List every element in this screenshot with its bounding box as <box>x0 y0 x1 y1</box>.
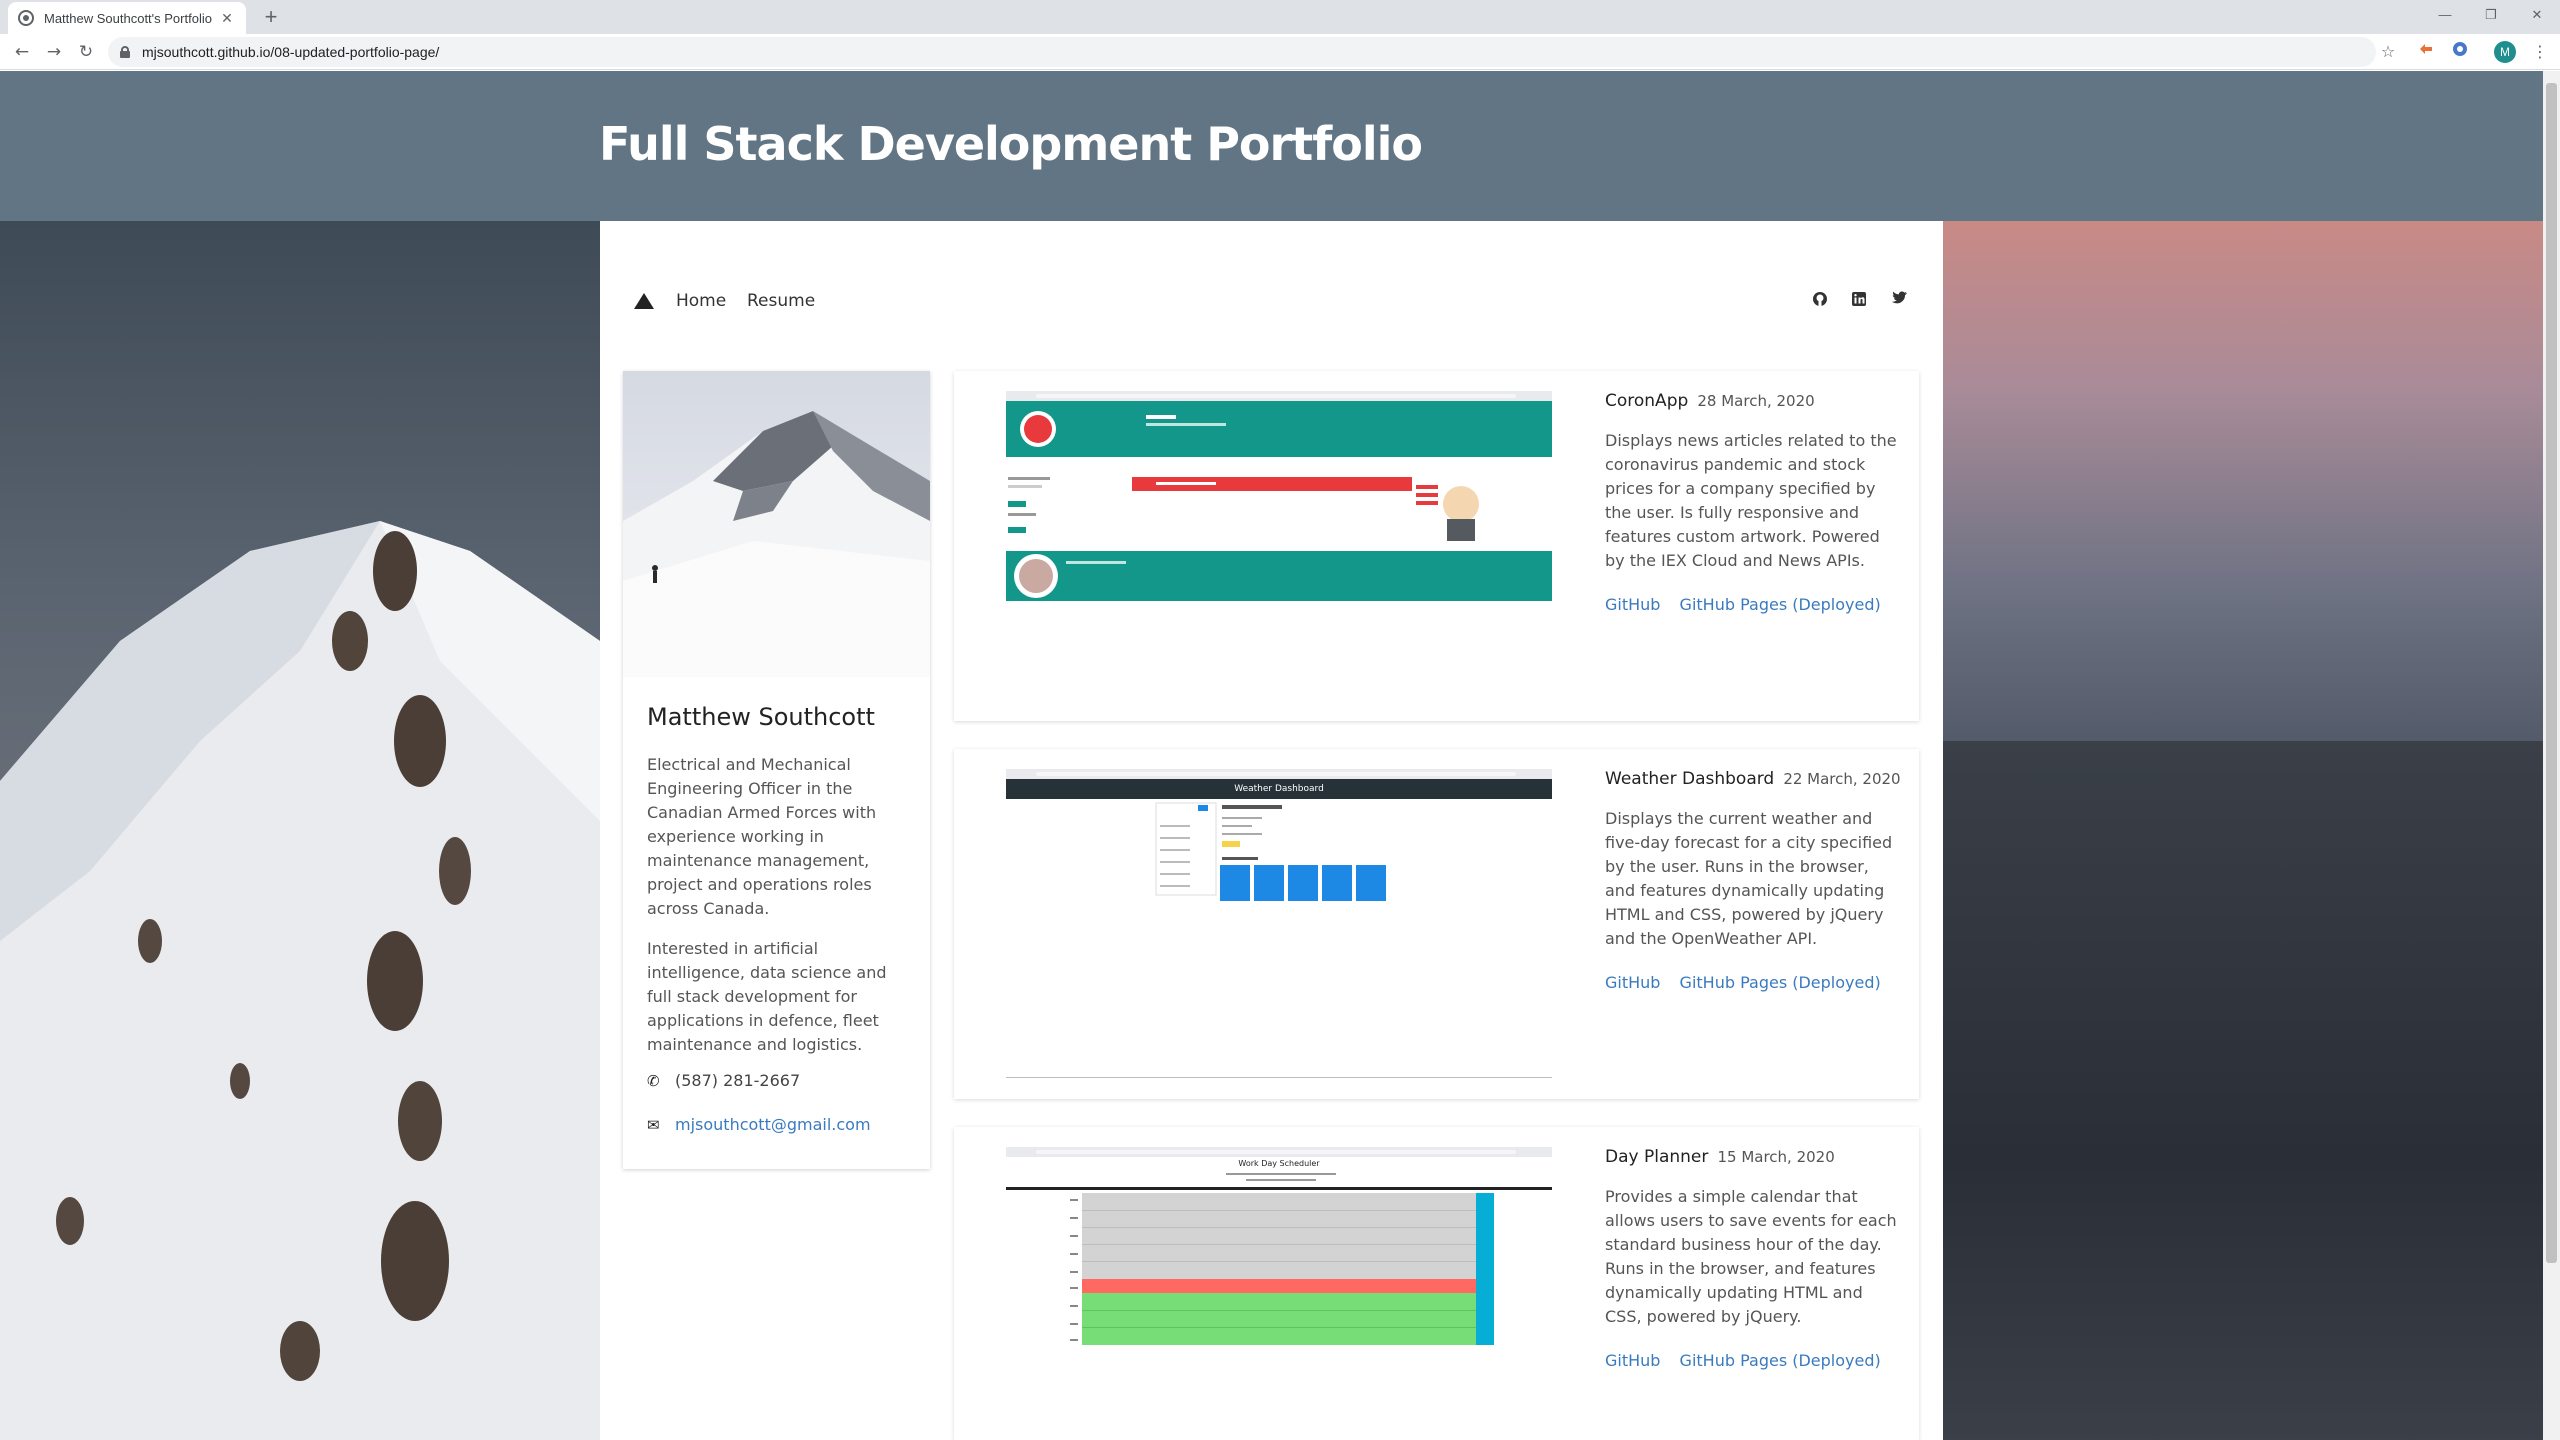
globe-icon <box>18 10 34 26</box>
close-window-button[interactable]: ✕ <box>2514 0 2560 30</box>
site-title: Full Stack Development Portfolio <box>599 117 1423 171</box>
project-card: CoronApp 28 March, 2020 Displays news ar… <box>954 371 1919 721</box>
github-link[interactable]: GitHub <box>1605 973 1660 992</box>
project-description: Displays the current weather and five-da… <box>1605 809 1893 948</box>
profile-bio: Electrical and Mechanical Engineering Of… <box>647 755 877 918</box>
browser-tab[interactable]: Matthew Southcott's Portfolio ✕ <box>8 2 246 34</box>
phone-number: (587) 281-2667 <box>675 1071 801 1090</box>
project-description: Displays news articles related to the co… <box>1605 431 1897 570</box>
mountain-logo-icon[interactable] <box>634 293 654 309</box>
nav-link-home[interactable]: Home <box>676 291 726 311</box>
profile-avatar[interactable]: M <box>2494 41 2516 63</box>
screenshot-header: Weather Dashboard <box>1006 779 1552 799</box>
project-description: Provides a simple calendar that allows u… <box>1605 1187 1897 1326</box>
page-scrollbar-thumb[interactable] <box>2546 83 2557 1263</box>
phone-icon: ✆ <box>647 1071 660 1090</box>
extension-icon[interactable] <box>2448 40 2472 64</box>
project-links: GitHub GitHub Pages (Deployed) <box>1605 595 1895 614</box>
address-bar[interactable]: mjsouthcott.github.io/08-updated-portfol… <box>108 37 2376 67</box>
project-name: CoronApp <box>1605 391 1689 411</box>
profile-card: Matthew Southcott Electrical and Mechani… <box>623 371 930 1169</box>
snowy-peak-illustration <box>0 521 600 1440</box>
content-container: Home Resume Matthew Southcott Electrical… <box>600 221 1943 1440</box>
envelope-icon: ✉ <box>647 1115 660 1134</box>
github-icon[interactable] <box>1810 291 1830 311</box>
project-date: 22 March, 2020 <box>1783 770 1901 788</box>
lock-icon <box>120 46 130 58</box>
project-name: Weather Dashboard <box>1605 769 1775 789</box>
github-link[interactable]: GitHub <box>1605 1351 1660 1370</box>
browser-toolbar: ← → ↻ mjsouthcott.github.io/08-updated-p… <box>0 34 2560 70</box>
new-tab-button[interactable]: + <box>258 4 284 30</box>
profile-phone: ✆ (587) 281-2667 <box>647 1071 800 1090</box>
project-links: GitHub GitHub Pages (Deployed) <box>1605 1351 1895 1370</box>
project-links: GitHub GitHub Pages (Deployed) <box>1605 973 1895 992</box>
site-header: Full Stack Development Portfolio <box>0 71 2560 221</box>
project-card: Weather Dashboard Weather Dashboard 22 M… <box>954 749 1919 1099</box>
project-heading: Weather Dashboard 22 March, 2020 <box>1605 769 1901 789</box>
reload-button[interactable]: ↻ <box>72 38 100 66</box>
browser-tab-strip: Matthew Southcott's Portfolio ✕ + — ❐ ✕ <box>0 0 2560 34</box>
profile-email: ✉ mjsouthcott@gmail.com <box>647 1115 871 1134</box>
github-pages-link[interactable]: GitHub Pages (Deployed) <box>1680 1351 1881 1370</box>
tab-title: Matthew Southcott's Portfolio <box>44 10 212 26</box>
project-heading: Day Planner 15 March, 2020 <box>1605 1147 1835 1167</box>
tab-close-icon[interactable]: ✕ <box>218 10 236 27</box>
project-card: Work Day Scheduler Day Planner 15 March,… <box>954 1127 1919 1440</box>
url-text: mjsouthcott.github.io/08-updated-portfol… <box>142 44 440 60</box>
project-date: 15 March, 2020 <box>1717 1148 1835 1166</box>
project-screenshot[interactable]: Work Day Scheduler <box>1006 1147 1552 1367</box>
github-pages-link[interactable]: GitHub Pages (Deployed) <box>1680 595 1881 614</box>
bookmark-star-icon[interactable]: ☆ <box>2376 40 2400 64</box>
email-link[interactable]: mjsouthcott@gmail.com <box>675 1115 871 1134</box>
project-screenshot[interactable] <box>1006 391 1552 601</box>
browser-menu-icon[interactable]: ⋮ <box>2528 40 2552 64</box>
github-link[interactable]: GitHub <box>1605 595 1660 614</box>
profile-photo <box>623 371 930 677</box>
nav-link-resume[interactable]: Resume <box>747 291 815 311</box>
back-button[interactable]: ← <box>8 38 36 66</box>
extension-icon[interactable] <box>2414 40 2438 64</box>
linkedin-icon[interactable] <box>1849 291 1869 311</box>
profile-name: Matthew Southcott <box>647 703 875 731</box>
twitter-icon[interactable] <box>1889 291 1909 311</box>
profile-interests: Interested in artificial intelligence, d… <box>647 939 887 1054</box>
project-screenshot[interactable]: Weather Dashboard <box>1006 769 1552 1079</box>
project-name: Day Planner <box>1605 1147 1709 1167</box>
github-pages-link[interactable]: GitHub Pages (Deployed) <box>1680 973 1881 992</box>
restore-window-button[interactable]: ❐ <box>2468 0 2514 30</box>
page-viewport: Full Stack Development Portfolio Home Re… <box>0 71 2560 1440</box>
screenshot-header: Work Day Scheduler <box>1238 1159 1320 1168</box>
project-date: 28 March, 2020 <box>1697 392 1815 410</box>
forward-button[interactable]: → <box>40 38 68 66</box>
minimize-window-button[interactable]: — <box>2422 0 2468 30</box>
project-heading: CoronApp 28 March, 2020 <box>1605 391 1815 411</box>
